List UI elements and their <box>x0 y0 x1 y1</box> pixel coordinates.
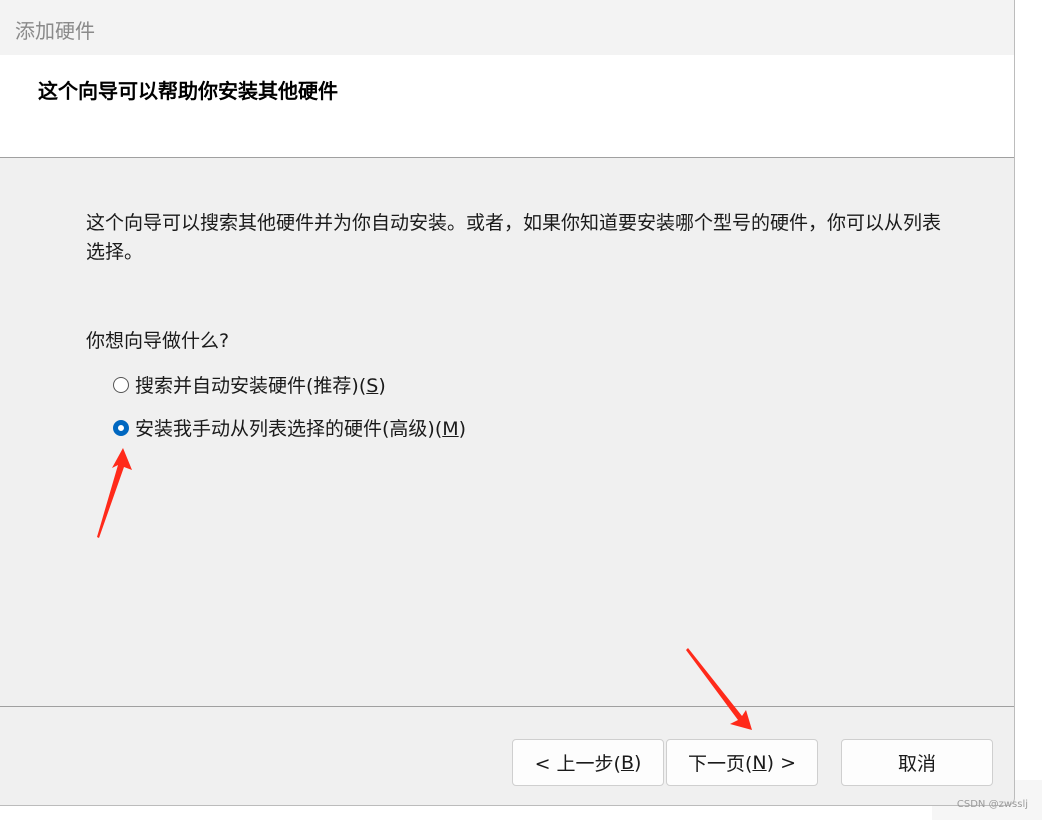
wizard-question: 你想向导做什么? <box>86 330 230 352</box>
option-search-auto-label: 搜索并自动安装硬件(推荐)(S) <box>135 375 386 397</box>
radio-manual-list[interactable] <box>113 419 129 436</box>
radio-search-auto[interactable] <box>113 376 129 393</box>
cancel-button[interactable]: 取消 <box>841 739 993 786</box>
option-manual-list[interactable]: 安装我手动从列表选择的硬件(高级)(M) <box>113 414 466 441</box>
option-search-auto[interactable]: 搜索并自动安装硬件(推荐)(S) <box>113 371 386 398</box>
title-bar: 添加硬件 <box>0 0 1014 55</box>
wizard-description: 这个向导可以搜索其他硬件并为你自动安装。或者，如果你知道要安装哪个型号的硬件，你… <box>86 212 942 263</box>
window-title: 添加硬件 <box>15 19 95 43</box>
wizard-heading: 这个向导可以帮助你安装其他硬件 <box>38 79 338 103</box>
wizard-content: 这个向导可以搜索其他硬件并为你自动安装。或者，如果你知道要安装哪个型号的硬件，你… <box>0 158 1014 706</box>
back-button[interactable]: < 上一步(B) <box>512 739 664 786</box>
watermark: CSDN @zwsslj <box>956 799 1028 810</box>
option-manual-list-label: 安装我手动从列表选择的硬件(高级)(M) <box>135 418 467 440</box>
next-button[interactable]: 下一页(N) > <box>666 739 818 786</box>
add-hardware-dialog: 添加硬件 这个向导可以帮助你安装其他硬件 这个向导可以搜索其他硬件并为你自动安装… <box>0 0 1015 806</box>
wizard-header: 这个向导可以帮助你安装其他硬件 <box>0 55 1014 158</box>
footer-divider <box>0 706 1014 707</box>
